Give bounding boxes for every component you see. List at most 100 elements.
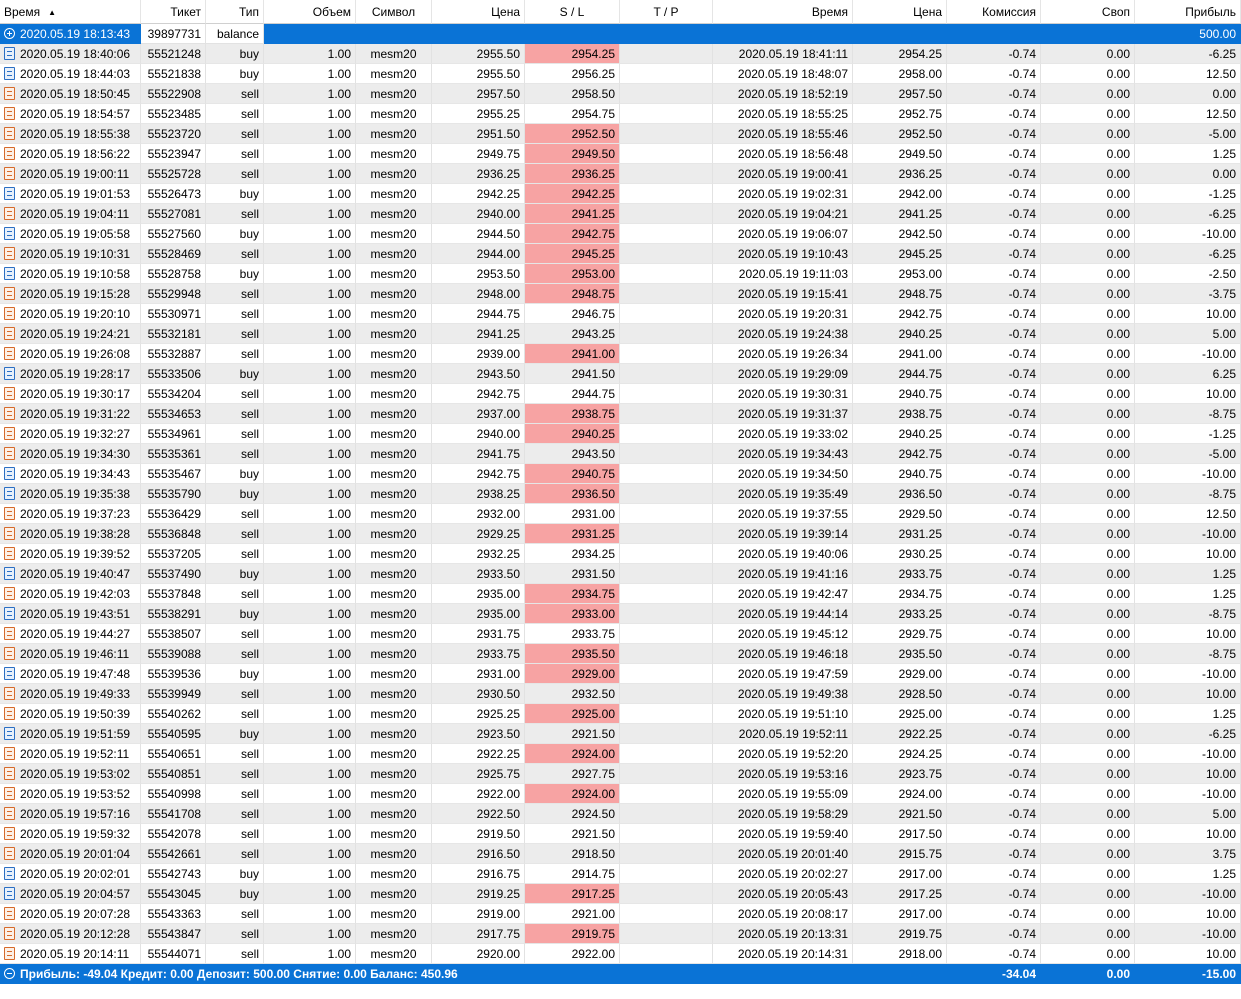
column-header-label: Время <box>811 5 848 19</box>
column-header-ticket[interactable]: Тикет <box>141 0 206 24</box>
cell-time: 2020.05.19 19:05:58 <box>0 224 141 244</box>
open-time: 2020.05.19 19:26:08 <box>20 347 131 361</box>
column-header-price[interactable]: Цена <box>432 0 525 24</box>
table-row[interactable]: 2020.05.19 19:39:52 55537205 sell 1.00 mesm2… <box>0 544 1241 564</box>
cell-time: 2020.05.19 19:53:02 <box>0 764 141 784</box>
open-time: 2020.05.19 18:40:06 <box>20 47 131 61</box>
table-row[interactable]: 2020.05.19 19:52:11 55540651 sell 1.00 mesm2… <box>0 744 1241 764</box>
cell-time: 2020.05.19 19:53:52 <box>0 784 141 804</box>
cell-symbol: mesm20 <box>356 624 432 644</box>
cell-swap: 0.00 <box>1041 624 1135 644</box>
table-row[interactable]: 2020.05.19 18:50:45 55522908 sell 1.00 mesm2… <box>0 84 1241 104</box>
table-row[interactable]: 2020.05.19 19:53:02 55540851 sell 1.00 mesm2… <box>0 764 1241 784</box>
column-header-sl[interactable]: S / L <box>525 0 620 24</box>
cell-commission: -0.74 <box>947 904 1041 924</box>
table-row[interactable]: 2020.05.19 19:05:58 55527560 buy 1.00 mesm20… <box>0 224 1241 244</box>
cell-time: 2020.05.19 19:24:21 <box>0 324 141 344</box>
column-header-type[interactable]: Тип <box>206 0 264 24</box>
document-icon <box>4 127 15 140</box>
column-header-volume[interactable]: Объем <box>264 0 356 24</box>
cell-profit: 3.75 <box>1135 844 1241 864</box>
cell-swap: 0.00 <box>1041 664 1135 684</box>
collapse-circle-icon[interactable] <box>4 968 15 979</box>
table-row[interactable]: 2020.05.19 19:28:17 55533506 buy 1.00 mesm20… <box>0 364 1241 384</box>
table-row[interactable]: 2020.05.19 19:31:22 55534653 sell 1.00 mesm2… <box>0 404 1241 424</box>
cell-type: sell <box>206 244 264 264</box>
table-row[interactable]: 2020.05.19 19:26:08 55532887 sell 1.00 mesm2… <box>0 344 1241 364</box>
table-row[interactable]: 2020.05.19 19:38:28 55536848 sell 1.00 mesm2… <box>0 524 1241 544</box>
table-row[interactable]: 2020.05.19 19:24:21 55532181 sell 1.00 mesm2… <box>0 324 1241 344</box>
cell-symbol: mesm20 <box>356 844 432 864</box>
cell-close-price: 2938.75 <box>853 404 947 424</box>
table-row[interactable]: 2020.05.19 19:10:31 55528469 sell 1.00 mesm2… <box>0 244 1241 264</box>
summary-footer[interactable]: Прибыль: -49.04 Кредит: 0.00 Депозит: 50… <box>0 964 1241 984</box>
table-row[interactable]: 2020.05.19 19:34:30 55535361 sell 1.00 mesm2… <box>0 444 1241 464</box>
balance-row[interactable]: 2020.05.19 18:13:43 39897731 balance 500.00 <box>0 24 1241 44</box>
cell-price: 2929.25 <box>432 524 525 544</box>
table-row[interactable]: 2020.05.19 19:10:58 55528758 buy 1.00 mesm20… <box>0 264 1241 284</box>
table-row[interactable]: 2020.05.19 19:00:11 55525728 sell 1.00 mesm2… <box>0 164 1241 184</box>
table-row[interactable]: 2020.05.19 19:01:53 55526473 buy 1.00 mesm20… <box>0 184 1241 204</box>
table-row[interactable]: 2020.05.19 19:30:17 55534204 sell 1.00 mesm2… <box>0 384 1241 404</box>
table-row[interactable]: 2020.05.19 20:01:04 55542661 sell 1.00 mesm2… <box>0 844 1241 864</box>
column-header-close-price[interactable]: Цена <box>853 0 947 24</box>
column-header-commission[interactable]: Комиссия <box>947 0 1041 24</box>
table-row[interactable]: 2020.05.19 19:59:32 55542078 sell 1.00 mesm2… <box>0 824 1241 844</box>
column-header-time[interactable]: Время ▲ <box>0 0 141 24</box>
table-row[interactable]: 2020.05.19 19:40:47 55537490 buy 1.00 mesm20… <box>0 564 1241 584</box>
table-row[interactable]: 2020.05.19 19:20:10 55530971 sell 1.00 mesm2… <box>0 304 1241 324</box>
cell-commission: -0.74 <box>947 84 1041 104</box>
cell-swap: 0.00 <box>1041 64 1135 84</box>
document-icon <box>4 607 15 620</box>
table-row[interactable]: 2020.05.19 19:46:11 55539088 sell 1.00 mesm2… <box>0 644 1241 664</box>
table-row[interactable]: 2020.05.19 19:53:52 55540998 sell 1.00 mesm2… <box>0 784 1241 804</box>
table-row[interactable]: 2020.05.19 19:37:23 55536429 sell 1.00 mesm2… <box>0 504 1241 524</box>
table-row[interactable]: 2020.05.19 19:34:43 55535467 buy 1.00 mesm20… <box>0 464 1241 484</box>
column-header-profit[interactable]: Прибыль <box>1135 0 1241 24</box>
table-row[interactable]: 2020.05.19 19:51:59 55540595 buy 1.00 mesm20… <box>0 724 1241 744</box>
table-row[interactable]: 2020.05.19 20:02:01 55542743 buy 1.00 mesm20… <box>0 864 1241 884</box>
open-time: 2020.05.19 19:53:02 <box>20 767 131 781</box>
table-row[interactable]: 2020.05.19 19:49:33 55539949 sell 1.00 mesm2… <box>0 684 1241 704</box>
cell-swap: 0.00 <box>1041 144 1135 164</box>
table-row[interactable]: 2020.05.19 19:15:28 55529948 sell 1.00 mesm2… <box>0 284 1241 304</box>
column-header-symbol[interactable]: Символ <box>356 0 432 24</box>
cell-tp <box>620 444 713 464</box>
table-row[interactable]: 2020.05.19 20:07:28 55543363 sell 1.00 mesm2… <box>0 904 1241 924</box>
table-row[interactable]: 2020.05.19 19:42:03 55537848 sell 1.00 mesm2… <box>0 584 1241 604</box>
cell-sl: 2919.75 <box>525 924 620 944</box>
table-row[interactable]: 2020.05.19 18:40:06 55521248 buy 1.00 mesm20… <box>0 44 1241 64</box>
table-row[interactable]: 2020.05.19 19:04:11 55527081 sell 1.00 mesm2… <box>0 204 1241 224</box>
table-row[interactable]: 2020.05.19 19:47:48 55539536 buy 1.00 mesm20… <box>0 664 1241 684</box>
table-row[interactable]: 2020.05.19 19:44:27 55538507 sell 1.00 mesm2… <box>0 624 1241 644</box>
footer-summary: Прибыль: -49.04 Кредит: 0.00 Депозит: 50… <box>20 967 458 981</box>
table-row[interactable]: 2020.05.19 18:54:57 55523485 sell 1.00 mesm2… <box>0 104 1241 124</box>
column-header-close-time[interactable]: Время <box>713 0 853 24</box>
column-header-tp[interactable]: T / P <box>620 0 713 24</box>
open-time: 2020.05.19 20:02:01 <box>20 867 131 881</box>
cell-commission: -0.74 <box>947 584 1041 604</box>
table-row[interactable]: 2020.05.19 18:56:22 55523947 sell 1.00 mesm2… <box>0 144 1241 164</box>
column-header-swap[interactable]: Своп <box>1041 0 1135 24</box>
table-row[interactable]: 2020.05.19 20:12:28 55543847 sell 1.00 mesm2… <box>0 924 1241 944</box>
table-row[interactable]: 2020.05.19 20:14:11 55544071 sell 1.00 mesm2… <box>0 944 1241 964</box>
table-row[interactable]: 2020.05.19 19:35:38 55535790 buy 1.00 mesm20… <box>0 484 1241 504</box>
table-row[interactable]: 2020.05.19 18:44:03 55521838 buy 1.00 mesm20… <box>0 64 1241 84</box>
cell-price: 2931.00 <box>432 664 525 684</box>
table-row[interactable]: 2020.05.19 19:43:51 55538291 buy 1.00 mesm20… <box>0 604 1241 624</box>
balance-time: 2020.05.19 18:13:43 <box>20 27 131 41</box>
open-time: 2020.05.19 19:42:03 <box>20 587 131 601</box>
table-row[interactable]: 2020.05.19 19:50:39 55540262 sell 1.00 mesm2… <box>0 704 1241 724</box>
cell-close-price: 2942.75 <box>853 304 947 324</box>
table-row[interactable]: 2020.05.19 18:55:38 55523720 sell 1.00 mesm2… <box>0 124 1241 144</box>
cell-time: 2020.05.19 19:43:51 <box>0 604 141 624</box>
open-time: 2020.05.19 18:50:45 <box>20 87 131 101</box>
cell-symbol: mesm20 <box>356 504 432 524</box>
table-row[interactable]: 2020.05.19 20:04:57 55543045 buy 1.00 mesm20… <box>0 884 1241 904</box>
cell-sl: 2931.00 <box>525 504 620 524</box>
table-row[interactable]: 2020.05.19 19:32:27 55534961 sell 1.00 mesm2… <box>0 424 1241 444</box>
cell-profit: 10.00 <box>1135 904 1241 924</box>
cell-ticket: 55522908 <box>141 84 206 104</box>
cell-volume: 1.00 <box>264 104 356 124</box>
table-row[interactable]: 2020.05.19 19:57:16 55541708 sell 1.00 mesm2… <box>0 804 1241 824</box>
